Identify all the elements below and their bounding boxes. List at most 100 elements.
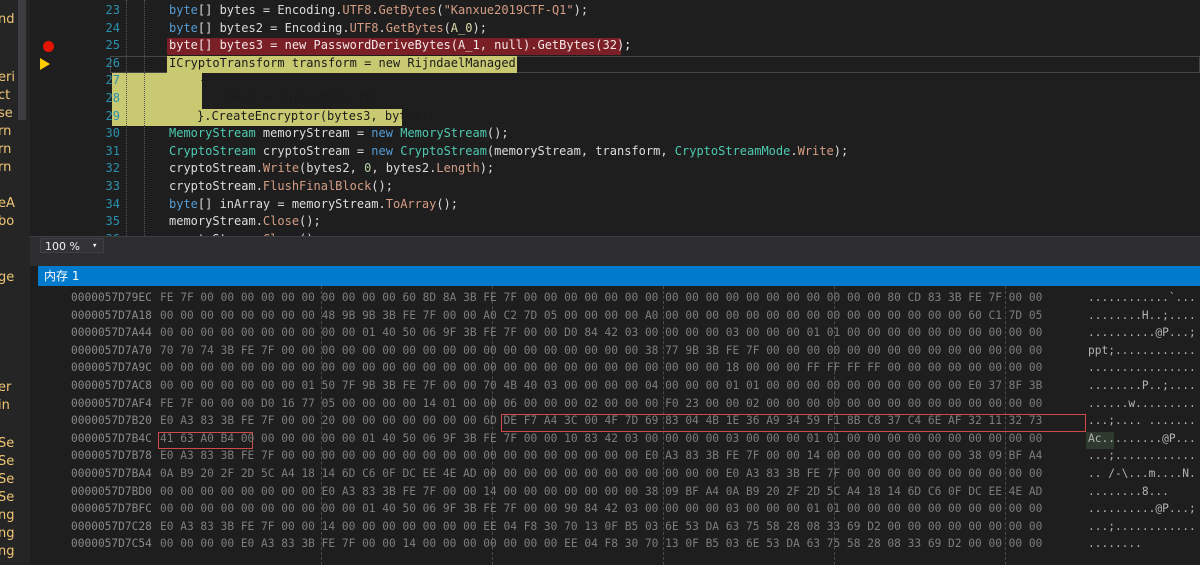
memory-hex-bytes[interactable]: E0 A3 83 3B FE 7F 00 00 00 00 00 00 00 0…: [160, 449, 1042, 462]
memory-hex-bytes[interactable]: 00 00 00 00 00 00 00 00 E0 A3 83 3B FE 7…: [160, 485, 1042, 498]
memory-hex-bytes[interactable]: 00 00 00 00 00 00 00 00 00 00 01 40 50 0…: [160, 326, 1042, 339]
memory-ascii[interactable]: ...;............: [1088, 520, 1196, 533]
code-token: CryptoStream: [169, 143, 256, 158]
memory-ascii[interactable]: Ac.........@P...: [1088, 432, 1196, 445]
memory-ascii[interactable]: ............`...: [1088, 291, 1196, 304]
code-token: {: [200, 73, 208, 88]
memory-hex-bytes[interactable]: 0A B9 20 2F 2D 5C A4 18 14 6D C6 0F DC E…: [160, 467, 1042, 480]
memory-hex-bytes[interactable]: 00 00 00 00 00 00 00 00 48 9B 9B 3B FE 7…: [160, 309, 1042, 322]
memory-address: 0000057D7A70: [71, 343, 152, 357]
memory-ascii[interactable]: ........P..;....: [1088, 379, 1196, 392]
code-token: (memoryStream, transform,: [486, 143, 675, 158]
memory-address: 0000057D7BA4: [71, 467, 152, 480]
code-token: }.CreateEncryptor(bytes3, bytes);: [197, 108, 436, 123]
memory-ascii[interactable]: ........8...: [1088, 485, 1169, 498]
memory-hex-bytes[interactable]: 00 00 00 00 00 00 00 00 00 00 00 00 00 0…: [160, 361, 1042, 374]
code-token: UTF8: [349, 20, 379, 35]
code-token: ICryptoTransform: [169, 55, 285, 70]
code-token: Close: [262, 214, 300, 229]
memory-ascii[interactable]: ........: [1088, 537, 1142, 550]
code-token: memoryStream =: [255, 126, 372, 141]
memory-ascii[interactable]: ..........@P...;: [1088, 326, 1196, 339]
left-panel-text: nd: [0, 12, 15, 27]
memory-hex-bytes[interactable]: FE 7F 00 00 00 D0 16 77 05 00 00 00 00 1…: [160, 397, 1042, 410]
memory-address: 0000057D7B78: [71, 449, 152, 463]
code-token: .: [790, 143, 798, 158]
code-token: new: [371, 143, 393, 158]
code-line[interactable]: cryptoStream.FlushFinalBlock();: [169, 179, 393, 193]
memory-address: 0000057D7C28: [71, 519, 152, 533]
code-line[interactable]: {: [200, 73, 207, 87]
left-panel-text: er: [0, 380, 12, 395]
memory-hex-bytes[interactable]: 00 00 00 00 00 00 00 00 00 00 01 40 50 0…: [160, 502, 1042, 515]
code-line[interactable]: byte[] inArray = memoryStream.ToArray();: [169, 197, 458, 211]
memory-address: 0000057D7A44: [71, 326, 152, 340]
memory-window-tab[interactable]: 内存 1: [38, 266, 1200, 286]
code-token: cryptoStream =: [255, 143, 372, 158]
code-token: ();: [486, 126, 509, 141]
memory-address: 0000057D7B4C: [71, 431, 152, 445]
memory-hex-bytes[interactable]: 00 00 00 00 E0 A3 83 3B FE 7F 00 00 14 0…: [160, 537, 1042, 550]
line-number: 30: [105, 126, 120, 141]
left-panel-text: in: [0, 398, 10, 413]
memory-hex-bytes[interactable]: FE 7F 00 00 00 00 00 00 00 00 00 00 60 8…: [160, 291, 1042, 304]
code-line[interactable]: Mode = CipherMode.CBC: [200, 91, 381, 105]
memory-ascii[interactable]: .. /-\...m....N.: [1088, 467, 1196, 480]
code-token: CryptoStreamMode: [674, 143, 791, 158]
scrollbar-thumb[interactable]: [18, 0, 26, 120]
code-token: Write: [797, 143, 834, 158]
code-token: CryptoStream: [400, 143, 487, 158]
left-panel-text: rn: [0, 124, 12, 139]
memory-window-title: 内存 1: [44, 269, 80, 283]
memory-hex-bytes[interactable]: 41 63 A0 B4 00 00 00 00 00 00 01 40 50 0…: [160, 432, 1042, 445]
code-token: "Kanxue2019CTF-Q1": [443, 3, 574, 17]
code-line[interactable]: cryptoStream.Write(bytes2, 0, bytes2.Len…: [169, 161, 494, 175]
line-number: 33: [105, 179, 120, 193]
code-line[interactable]: MemoryStream memoryStream = new MemorySt…: [169, 126, 509, 140]
code-token: memoryStream.: [169, 214, 263, 229]
panel-splitter[interactable]: [30, 255, 1200, 266]
code-line[interactable]: byte[] bytes = Encoding.UTF8.GetBytes("K…: [169, 3, 588, 17]
code-editor[interactable]: 23 byte[] bytes = Encoding.UTF8.GetBytes(…: [30, 0, 1200, 236]
memory-ascii[interactable]: ...;.... .......: [1088, 414, 1196, 427]
line-number: 32: [105, 161, 120, 176]
code-line[interactable]: byte[] bytes3 = new PasswordDeriveBytes(…: [169, 38, 631, 52]
code-token: byte: [169, 196, 198, 211]
code-token: ToArray: [385, 196, 437, 211]
code-token: [] bytes = Encoding.: [197, 3, 343, 17]
line-number: 27: [105, 73, 120, 88]
code-line[interactable]: }.CreateEncryptor(bytes3, bytes);: [197, 109, 435, 123]
left-panel-text: Se: [0, 454, 15, 469]
memory-ascii[interactable]: ........H..;....: [1088, 309, 1196, 322]
memory-hex-bytes[interactable]: 70 70 74 3B FE 7F 00 00 00 00 00 00 00 0…: [160, 344, 1042, 357]
memory-view[interactable]: 0000057D79EC FE 7F 00 00 00 00 00 00 00 0…: [38, 286, 1200, 565]
indent-guide: [144, 0, 145, 236]
glyph-margin[interactable]: [30, 0, 66, 236]
chevron-down-icon[interactable]: ▾: [92, 241, 97, 251]
code-line[interactable]: byte[] bytes2 = Encoding.UTF8.GetBytes(A…: [169, 21, 487, 35]
memory-ascii[interactable]: ......w.........: [1088, 397, 1196, 410]
left-panel-text: Se: [0, 472, 15, 487]
line-number: 28: [105, 91, 120, 105]
zoom-value: 100 %: [45, 240, 80, 253]
code-token: GetBytes: [378, 3, 437, 17]
code-token: Length: [436, 161, 480, 176]
left-panel-text: ng: [0, 544, 15, 559]
memory-hex-bytes[interactable]: E0 A3 83 3B FE 7F 00 00 14 00 00 00 00 0…: [160, 520, 1042, 533]
memory-ascii[interactable]: ...;............: [1088, 449, 1196, 462]
code-line[interactable]: CryptoStream cryptoStream = new CryptoSt…: [169, 144, 848, 158]
memory-ascii[interactable]: ..........@P...;: [1088, 502, 1196, 515]
code-line[interactable]: memoryStream.Close();: [169, 214, 321, 228]
code-token: .: [371, 3, 379, 17]
code-token: );: [479, 161, 495, 176]
memory-hex-bytes[interactable]: E0 A3 83 3B FE 7F 00 00 20 00 00 00 00 0…: [160, 414, 1042, 427]
left-panel: nd eri ct se rn rn rn eA bo ge er in Se Se Se Se ng ng ng: [0, 0, 30, 565]
code-token: (: [443, 20, 451, 35]
left-panel-text: eA: [0, 196, 15, 211]
code-line[interactable]: ICryptoTransform transform = new Rijndae…: [169, 56, 516, 70]
memory-ascii[interactable]: ppt;............: [1088, 344, 1196, 357]
left-panel-text: se: [0, 106, 13, 121]
memory-ascii[interactable]: ................: [1088, 361, 1196, 374]
code-token: ();: [371, 179, 393, 193]
memory-hex-bytes[interactable]: 00 00 00 00 00 00 00 01 50 7F 9B 3B FE 7…: [160, 379, 1042, 392]
